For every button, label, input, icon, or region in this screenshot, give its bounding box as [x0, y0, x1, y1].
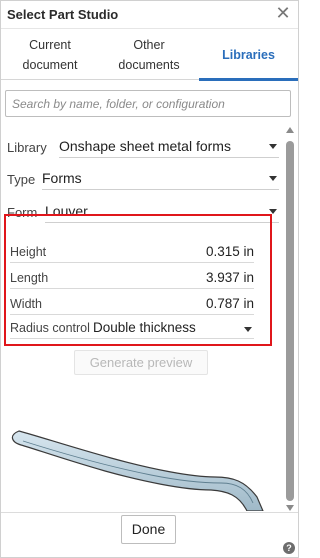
length-label: Length: [10, 271, 49, 285]
width-input[interactable]: 0.787 in: [206, 296, 254, 311]
type-select[interactable]: Forms: [42, 168, 279, 190]
height-label: Height: [10, 245, 47, 259]
part-preview-image: [11, 430, 264, 511]
radius-control-row: Radius control Double thickness: [10, 317, 254, 339]
library-value: Onshape sheet metal forms: [59, 138, 231, 154]
scroll-down-icon[interactable]: [286, 505, 294, 511]
library-label: Library: [7, 140, 47, 155]
tab-label: Other documents: [118, 37, 180, 72]
tab-other-documents[interactable]: Other documents: [99, 29, 199, 80]
tab-libraries[interactable]: Libraries: [199, 29, 298, 81]
height-input[interactable]: 0.315 in: [206, 244, 254, 259]
scrollbar-thumb[interactable]: [286, 141, 294, 501]
help-icon[interactable]: ?: [283, 542, 295, 554]
scroll-up-icon[interactable]: [286, 127, 294, 133]
generate-preview-button[interactable]: Generate preview: [74, 350, 208, 375]
chevron-down-icon: [244, 327, 252, 332]
search-input[interactable]: [5, 90, 291, 117]
width-label: Width: [10, 297, 42, 311]
length-input[interactable]: 3.937 in: [206, 270, 254, 285]
width-row: Width 0.787 in: [10, 293, 254, 315]
tab-label: Current document: [22, 37, 78, 72]
tab-bar: Current document Other documents Librari…: [1, 29, 298, 81]
height-row: Height 0.315 in: [10, 241, 254, 263]
parameters-panel: Height 0.315 in Length 3.937 in Width 0.…: [4, 214, 272, 346]
vertical-scrollbar[interactable]: [284, 123, 296, 513]
close-icon[interactable]: ✕: [274, 4, 292, 24]
dialog-footer: Done ?: [1, 512, 298, 558]
dialog-title: Select Part Studio: [7, 7, 119, 22]
radius-control-label: Radius control: [10, 321, 90, 335]
tab-label: Libraries: [222, 47, 275, 62]
chevron-down-icon: [269, 176, 277, 181]
library-select[interactable]: Onshape sheet metal forms: [59, 136, 279, 158]
tab-current-document[interactable]: Current document: [1, 29, 99, 80]
radius-control-value: Double thickness: [93, 320, 196, 335]
type-label: Type: [7, 172, 36, 187]
radius-control-select[interactable]: Double thickness: [93, 320, 254, 335]
type-value: Forms: [42, 170, 82, 186]
library-field: Library Onshape sheet metal forms: [7, 134, 279, 158]
type-field: Type Forms: [7, 166, 279, 190]
length-row: Length 3.937 in: [10, 267, 254, 289]
select-part-studio-dialog: Select Part Studio ✕ Current document Ot…: [0, 0, 299, 558]
chevron-down-icon: [269, 144, 277, 149]
done-button[interactable]: Done: [121, 515, 176, 544]
dialog-header: Select Part Studio ✕: [1, 1, 298, 29]
